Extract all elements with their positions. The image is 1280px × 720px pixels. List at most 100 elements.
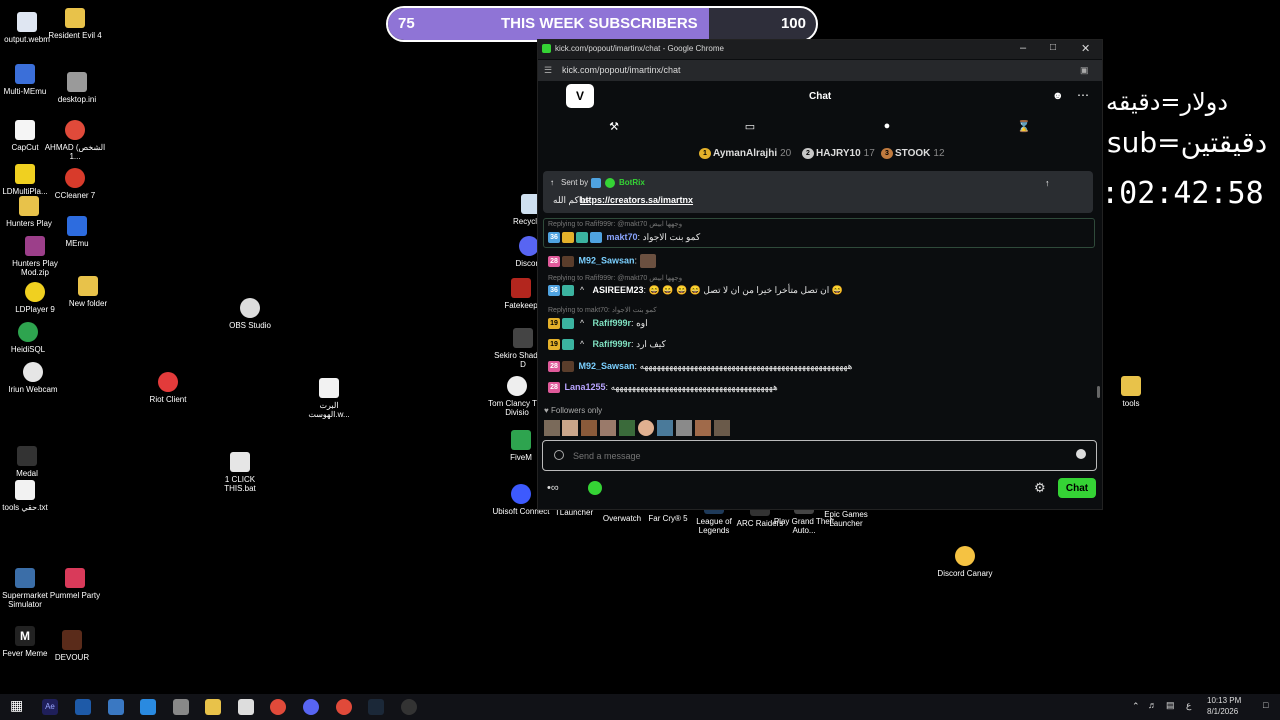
chat-text: هههههههههههههههههههههههههههههههههههههههه… xyxy=(639,361,853,371)
chat-username[interactable]: Lana1255 xyxy=(565,382,606,392)
windows-start-icon[interactable]: ▦ xyxy=(10,697,26,713)
message-input[interactable] xyxy=(571,447,1055,465)
message-input-box[interactable] xyxy=(542,440,1097,471)
chat-username[interactable]: makt70 xyxy=(607,232,638,242)
goal-current: 75 xyxy=(398,15,415,32)
clock-time[interactable]: 10:13 PM xyxy=(1207,696,1241,705)
desktop-icon-game[interactable]: Pummel Party xyxy=(44,568,106,600)
language-indicator[interactable]: ع xyxy=(1186,700,1191,711)
avatar[interactable] xyxy=(695,420,711,436)
sub-badge: 19 xyxy=(548,339,560,351)
channel-avatar[interactable]: V xyxy=(566,84,594,108)
discord-taskbar-icon[interactable] xyxy=(303,699,319,715)
volume-icon[interactable]: ♬ xyxy=(1148,700,1157,710)
chat-username[interactable]: M92_Sawsan xyxy=(579,361,635,371)
desktop-icon-file[interactable]: 1 CLICK THIS.bat xyxy=(209,452,271,493)
ubisoft-connect-icon xyxy=(511,484,531,504)
calculator-icon[interactable] xyxy=(108,699,124,715)
goal-label: THIS WEEK SUBSCRIBERS xyxy=(501,15,698,32)
notification-icon[interactable]: □ xyxy=(1263,700,1268,710)
verified-icon: ^ xyxy=(579,287,585,295)
desktop-icon-folder[interactable]: Resident Evil 4 xyxy=(44,8,106,40)
chat-scrollbar[interactable] xyxy=(1097,386,1100,398)
chat-username[interactable]: Rafif999r xyxy=(593,318,632,328)
chat-bubble-icon[interactable]: ● xyxy=(880,120,894,134)
chat-username[interactable]: ASIREEM23 xyxy=(593,285,644,295)
steam-icon[interactable] xyxy=(368,699,384,715)
sub-badge: 36 xyxy=(548,285,560,297)
avatar[interactable] xyxy=(581,420,597,436)
avatar[interactable] xyxy=(600,420,616,436)
network-icon[interactable]: ▤ xyxy=(1166,700,1175,711)
app-icon[interactable] xyxy=(173,699,189,715)
avatar[interactable] xyxy=(638,420,654,436)
avatar[interactable] xyxy=(657,420,673,436)
og-badge xyxy=(562,318,574,330)
desktop-icon-app[interactable]: HeidiSQL xyxy=(0,322,59,354)
leaderboard-name: AymanAlrajhi xyxy=(713,148,778,160)
chat-username[interactable]: Rafif999r xyxy=(593,339,632,349)
trash-icon[interactable]: ▭ xyxy=(743,120,757,134)
desktop-icon-app[interactable]: Medal xyxy=(0,446,58,478)
hammer-icon[interactable]: ⚒ xyxy=(607,120,621,134)
chat-username[interactable]: M92_Sawsan xyxy=(579,255,635,265)
more-options-icon[interactable]: ⋯ xyxy=(1077,88,1089,102)
send-chat-button[interactable]: Chat xyxy=(1058,478,1096,498)
chrome-active-taskbar-icon[interactable] xyxy=(336,699,352,715)
kick-logo-icon[interactable] xyxy=(588,481,602,495)
settings-icon[interactable]: ⚙ xyxy=(1034,480,1046,496)
ldplayer-icon xyxy=(25,282,45,302)
pinned-link[interactable]: https://creators.sa/imartnx xyxy=(580,195,693,205)
chevron-up-icon[interactable]: ⌃ xyxy=(1132,701,1140,712)
desktop-icon-app[interactable]: OBS Studio xyxy=(219,298,281,330)
leaderboard-item-3[interactable]: 3 STOOK 12 xyxy=(881,148,945,159)
emoji-icon[interactable] xyxy=(1076,449,1086,459)
desktop-icon-folder[interactable]: tools xyxy=(1100,376,1162,408)
desktop-icon-file[interactable]: tools حقي.txt xyxy=(0,480,56,512)
points-icon[interactable]: •∞ xyxy=(547,482,559,494)
avatar[interactable] xyxy=(544,420,560,436)
avatar[interactable] xyxy=(619,420,635,436)
ldmultiplayer-icon xyxy=(15,164,35,184)
bat-file-icon xyxy=(230,452,250,472)
desktop-icon-app[interactable]: Iriun Webcam xyxy=(2,362,64,394)
desktop-icon-overwatch[interactable]: Overwatch xyxy=(598,514,646,523)
after-effects-icon[interactable]: Ae xyxy=(42,699,58,715)
translate-icon[interactable]: ▣ xyxy=(1080,65,1089,76)
desktop-icon-file[interactable]: desktop.ini xyxy=(46,72,108,104)
sparkle-icon[interactable] xyxy=(554,450,564,460)
sub-badge: 28 xyxy=(548,255,560,267)
desktop-icon-app[interactable]: Discord Canary xyxy=(934,546,996,578)
visual-studio-icon[interactable] xyxy=(75,699,91,715)
desktop-icon-epic[interactable]: Epic Games Launcher xyxy=(818,510,874,528)
avatar[interactable] xyxy=(562,420,578,436)
close-icon[interactable]: ✕ xyxy=(1081,42,1090,55)
app-icon[interactable] xyxy=(140,699,156,715)
desktop-icon-game[interactable]: DEVOUR xyxy=(41,630,103,662)
store-icon[interactable] xyxy=(238,699,254,715)
obs-taskbar-icon[interactable] xyxy=(401,699,417,715)
users-icon[interactable]: ☻ xyxy=(1052,90,1064,102)
leaderboard-name: STOOK xyxy=(895,148,931,160)
pinned-sender[interactable]: BotRix xyxy=(619,178,645,187)
file-explorer-icon[interactable] xyxy=(205,699,221,715)
maximize-icon[interactable]: □ xyxy=(1050,42,1056,53)
desktop-icon-app[interactable]: AHMAD (الشخص 1... xyxy=(44,120,106,161)
avatar[interactable] xyxy=(714,420,730,436)
desktop-icon-folder[interactable]: New folder xyxy=(57,276,119,308)
minimize-icon[interactable]: – xyxy=(1020,42,1026,54)
unpin-icon[interactable]: ↑ xyxy=(1045,178,1050,188)
clock-date[interactable]: 8/1/2026 xyxy=(1207,707,1238,716)
chrome-taskbar-icon[interactable] xyxy=(270,699,286,715)
address-bar[interactable]: ☰ kick.com/popout/imartinx/chat ▣ xyxy=(538,60,1102,81)
desktop-icon-app[interactable]: Riot Client xyxy=(137,372,199,404)
hourglass-icon[interactable]: ⌛ xyxy=(1017,120,1031,134)
chat-text: 😄 😄 😄 😄 ان تصل متأخرا خيرا من ان لا تصل … xyxy=(648,285,843,295)
multi-memu-icon xyxy=(15,64,35,84)
avatar[interactable] xyxy=(676,420,692,436)
leaderboard-item-2[interactable]: 2 HAJRY10 17 xyxy=(802,148,875,159)
leaderboard-item-1[interactable]: 1 AymanAlrajhi 20 xyxy=(699,148,791,159)
site-info-icon[interactable]: ☰ xyxy=(544,65,552,76)
desktop-icon-file[interactable]: البرت الهوست.w... xyxy=(298,378,360,419)
desktop-icon-archive[interactable]: Hunters Play Mod.zip xyxy=(4,236,66,277)
